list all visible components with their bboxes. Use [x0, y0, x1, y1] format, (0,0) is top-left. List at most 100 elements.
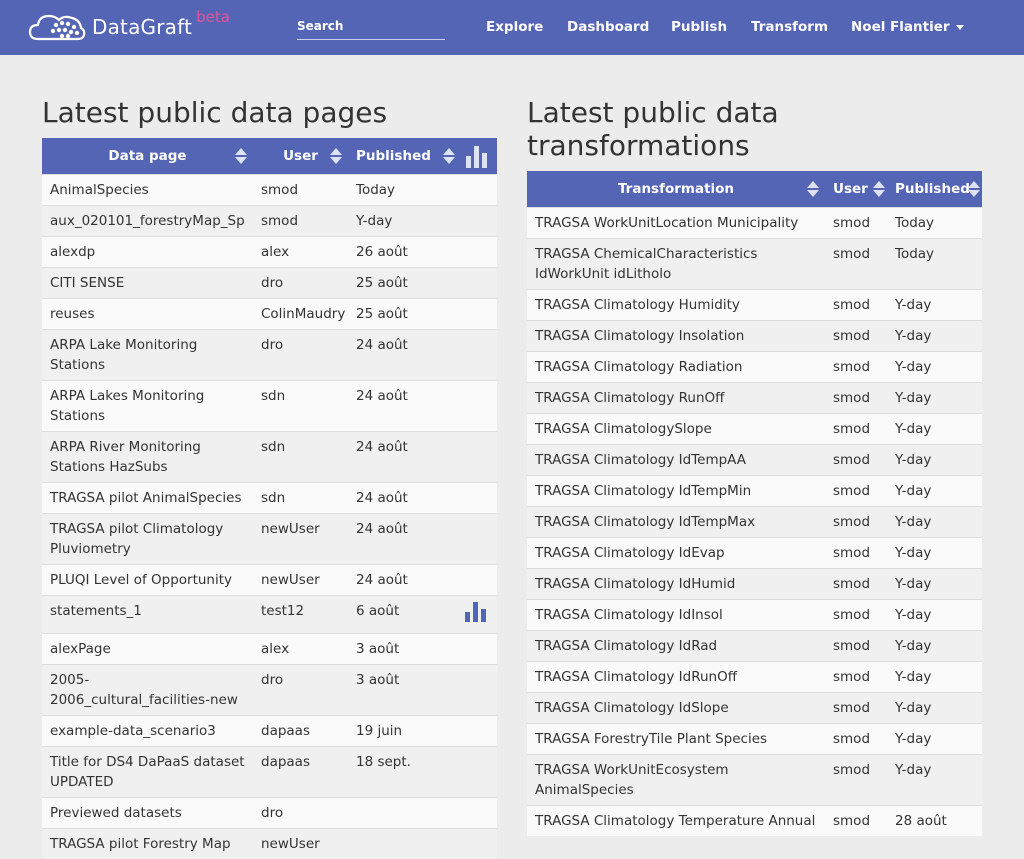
table-row[interactable]: TRAGSA Climatology Insolation smod Y-day	[527, 319, 982, 351]
data-page-name[interactable]: 2005-2006_cultural_facilities-new	[42, 663, 253, 715]
data-page-name[interactable]: AnimalSpecies	[42, 173, 253, 205]
table-row[interactable]: PLUQI Level of Opportunity newUser 24 août	[42, 563, 497, 595]
table-row[interactable]: TRAGSA pilot Climatology Pluviometry newU…	[42, 512, 497, 564]
transformation-name[interactable]: TRAGSA ChemicalCharacteristics IdWorkUni…	[527, 237, 825, 289]
table-row[interactable]: TRAGSA Climatology IdHumid smod Y-day	[527, 567, 982, 599]
data-page-chart-cell	[457, 297, 497, 329]
data-page-chart-cell	[457, 512, 497, 564]
table-row[interactable]: alexPage alex 3 août	[42, 632, 497, 664]
transformation-name[interactable]: TRAGSA Climatology IdSlope	[527, 691, 825, 723]
data-page-name[interactable]: ARPA Lake Monitoring Stations	[42, 328, 253, 380]
transformation-published: Y-day	[887, 660, 982, 692]
nav-publish[interactable]: Publish	[671, 19, 727, 35]
user-menu-dropdown[interactable]: Noel Flantier	[851, 19, 964, 35]
table-row[interactable]: TRAGSA Climatology IdTempMin smod Y-day	[527, 474, 982, 506]
transformation-name[interactable]: TRAGSA Climatology IdRunOff	[527, 660, 825, 692]
table-row[interactable]: TRAGSA Climatology IdTempAA smod Y-day	[527, 443, 982, 475]
transformation-name[interactable]: TRAGSA Climatology IdHumid	[527, 567, 825, 599]
column-header-data-page[interactable]: Data page	[42, 138, 253, 174]
nav-dashboard[interactable]: Dashboard	[567, 19, 649, 35]
transformation-name[interactable]: TRAGSA ClimatologySlope	[527, 412, 825, 444]
bar-chart-icon[interactable]	[465, 600, 487, 622]
table-row[interactable]: alexdp alex 26 août	[42, 235, 497, 267]
table-row[interactable]: Previewed datasets dro	[42, 796, 497, 828]
transformation-published: Y-day	[887, 505, 982, 537]
table-row[interactable]: TRAGSA ForestryTile Plant Species smod Y-d…	[527, 722, 982, 754]
data-page-name[interactable]: aux_020101_forestryMap_Sp	[42, 204, 253, 236]
table-row[interactable]: TRAGSA pilot AnimalSpecies sdn 24 août	[42, 481, 497, 513]
data-page-chart-cell	[457, 796, 497, 828]
data-page-name[interactable]: ARPA Lakes Monitoring Stations	[42, 379, 253, 431]
transformation-name[interactable]: TRAGSA WorkUnitEcosystem AnimalSpecies	[527, 753, 825, 805]
transformation-name[interactable]: TRAGSA WorkUnitLocation Municipality	[527, 206, 825, 238]
data-page-name[interactable]: TRAGSA pilot AnimalSpecies	[42, 481, 253, 513]
data-page-name[interactable]: Title for DS4 DaPaaS dataset UPDATED	[42, 745, 253, 797]
transformation-name[interactable]: TRAGSA Climatology RunOff	[527, 381, 825, 413]
transformation-name[interactable]: TRAGSA Climatology Insolation	[527, 319, 825, 351]
table-row[interactable]: example-data_scenario3 dapaas 19 juin	[42, 714, 497, 746]
transformation-name[interactable]: TRAGSA Climatology IdTempAA	[527, 443, 825, 475]
data-page-name[interactable]: alexdp	[42, 235, 253, 267]
nav-transform[interactable]: Transform	[751, 19, 828, 35]
transformation-name[interactable]: TRAGSA Climatology IdEvap	[527, 536, 825, 568]
brand-logo-link[interactable]: DataGraft beta	[28, 8, 230, 44]
table-row[interactable]: aux_020101_forestryMap_Sp smod Y-day	[42, 204, 497, 236]
table-row[interactable]: TRAGSA WorkUnitEcosystem AnimalSpecies sm…	[527, 753, 982, 805]
table-row[interactable]: 2005-2006_cultural_facilities-new dro 3 ao…	[42, 663, 497, 715]
transformation-user: smod	[825, 753, 887, 805]
data-page-name[interactable]: CITI SENSE	[42, 266, 253, 298]
table-row[interactable]: ARPA Lake Monitoring Stations dro 24 août	[42, 328, 497, 380]
nav-explore[interactable]: Explore	[486, 19, 543, 35]
transformation-published: Y-day	[887, 691, 982, 723]
transformation-name[interactable]: TRAGSA Climatology Humidity	[527, 288, 825, 320]
data-page-user: sdn	[253, 481, 348, 513]
data-page-chart-cell	[457, 266, 497, 298]
column-header-transformation[interactable]: Transformation	[527, 171, 825, 207]
table-row[interactable]: TRAGSA ClimatologySlope smod Y-day	[527, 412, 982, 444]
data-page-name[interactable]: example-data_scenario3	[42, 714, 253, 746]
table-row[interactable]: TRAGSA Climatology IdInsol smod Y-day	[527, 598, 982, 630]
table-row[interactable]: reuses ColinMaudry 25 août	[42, 297, 497, 329]
transformation-name[interactable]: TRAGSA Climatology IdTempMax	[527, 505, 825, 537]
table-row[interactable]: TRAGSA Climatology Radiation smod Y-day	[527, 350, 982, 382]
table-row[interactable]: Title for DS4 DaPaaS dataset UPDATED dapa…	[42, 745, 497, 797]
data-page-name[interactable]: statements_1	[42, 594, 253, 633]
table-row[interactable]: TRAGSA Climatology RunOff smod Y-day	[527, 381, 982, 413]
search-input[interactable]	[297, 19, 445, 39]
transformation-name[interactable]: TRAGSA Climatology Temperature Annual	[527, 804, 825, 836]
transformation-name[interactable]: TRAGSA Climatology IdRad	[527, 629, 825, 661]
table-row[interactable]: ARPA Lakes Monitoring Stations sdn 24 août	[42, 379, 497, 431]
table-row[interactable]: TRAGSA Climatology Temperature Annual smo…	[527, 804, 982, 836]
table-row[interactable]: CITI SENSE dro 25 août	[42, 266, 497, 298]
table-row[interactable]: TRAGSA Climatology IdRunOff smod Y-day	[527, 660, 982, 692]
data-page-user: dro	[253, 266, 348, 298]
data-page-name[interactable]: alexPage	[42, 632, 253, 664]
transformation-published: Y-day	[887, 474, 982, 506]
transformation-name[interactable]: TRAGSA Climatology IdInsol	[527, 598, 825, 630]
table-row[interactable]: TRAGSA Climatology IdTempMax smod Y-day	[527, 505, 982, 537]
data-page-name[interactable]: ARPA River Monitoring Stations HazSubs	[42, 430, 253, 482]
data-page-name[interactable]: TRAGSA pilot Climatology Pluviometry	[42, 512, 253, 564]
table-row[interactable]: TRAGSA Climatology IdRad smod Y-day	[527, 629, 982, 661]
column-header-user[interactable]: User	[253, 138, 348, 174]
table-row[interactable]: AnimalSpecies smod Today	[42, 173, 497, 205]
transformation-name[interactable]: TRAGSA Climatology IdTempMin	[527, 474, 825, 506]
data-page-chart-cell	[457, 663, 497, 715]
data-page-name[interactable]: PLUQI Level of Opportunity	[42, 563, 253, 595]
table-row[interactable]: TRAGSA Climatology Humidity smod Y-day	[527, 288, 982, 320]
column-header-user[interactable]: User	[825, 171, 887, 207]
table-row[interactable]: TRAGSA WorkUnitLocation Municipality smod…	[527, 206, 982, 238]
table-row[interactable]: TRAGSA ChemicalCharacteristics IdWorkUni…	[527, 237, 982, 289]
table-row[interactable]: ARPA River Monitoring Stations HazSubs sd…	[42, 430, 497, 482]
table-row[interactable]: statements_1 test12 6 août	[42, 594, 497, 633]
table-row[interactable]: TRAGSA Climatology IdEvap smod Y-day	[527, 536, 982, 568]
transformation-name[interactable]: TRAGSA ForestryTile Plant Species	[527, 722, 825, 754]
table-row[interactable]: TRAGSA pilot Forestry Map newUser	[42, 827, 497, 859]
data-page-name[interactable]: Previewed datasets	[42, 796, 253, 828]
data-page-name[interactable]: reuses	[42, 297, 253, 329]
transformation-name[interactable]: TRAGSA Climatology Radiation	[527, 350, 825, 382]
column-header-published[interactable]: Published	[348, 138, 457, 174]
data-page-name[interactable]: TRAGSA pilot Forestry Map	[42, 827, 253, 859]
table-row[interactable]: TRAGSA Climatology IdSlope smod Y-day	[527, 691, 982, 723]
column-header-published[interactable]: Published	[887, 171, 982, 207]
